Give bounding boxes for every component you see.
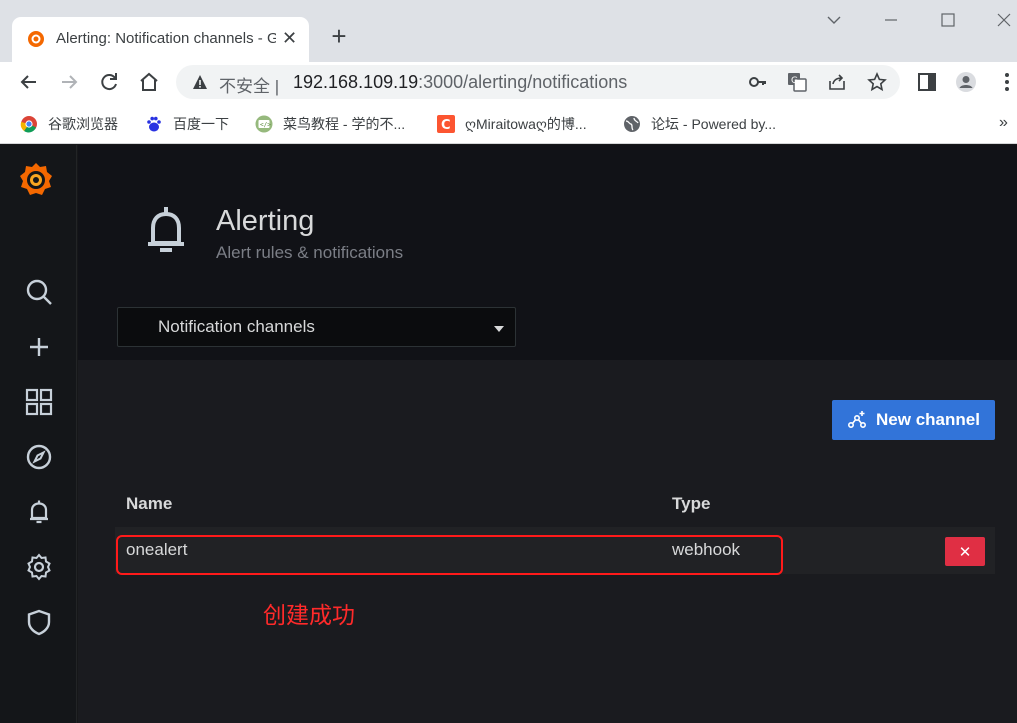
bookmark-runoob[interactable]: </> 菜鸟教程 - 学的不... — [255, 113, 405, 135]
configuration-gear-icon[interactable] — [23, 551, 55, 583]
globe-icon — [624, 116, 640, 132]
section-select[interactable]: Notification channels — [117, 307, 516, 347]
dashboards-grid-icon[interactable] — [23, 386, 55, 418]
page-header: Alerting Alert rules & notifications Not… — [78, 145, 1017, 360]
grafana-logo-icon[interactable] — [17, 160, 55, 200]
bookmark-chrome[interactable]: 谷歌浏览器 — [20, 113, 118, 135]
search-icon[interactable] — [23, 276, 55, 308]
address-url[interactable]: 192.168.109.19:3000/alerting/notificatio… — [293, 72, 627, 93]
create-plus-icon[interactable] — [23, 331, 55, 363]
new-tab-icon[interactable]: + — [327, 23, 351, 49]
section-select-value: Notification channels — [158, 317, 315, 336]
success-annotation: 创建成功 — [263, 602, 355, 628]
browser-toolbar: 不安全 | 192.168.109.19:3000/alerting/notif… — [0, 62, 1017, 102]
password-key-icon[interactable] — [748, 72, 768, 92]
column-header-type: Type — [672, 494, 711, 513]
reload-icon[interactable] — [97, 70, 121, 94]
tab-search-chevron-icon[interactable] — [824, 10, 844, 30]
insecure-label: 不安全 | — [219, 77, 280, 96]
back-arrow-icon[interactable] — [17, 70, 41, 94]
channel-add-icon — [848, 411, 867, 429]
home-icon[interactable] — [137, 70, 161, 94]
page-title: Alerting — [216, 205, 315, 237]
share-icon[interactable] — [827, 72, 847, 92]
delete-channel-button[interactable]: ✕ — [945, 537, 985, 566]
tab-title: Alerting: Notification channels - Grafan… — [56, 30, 276, 47]
browser-tab[interactable]: Alerting: Notification channels - Grafan… — [12, 17, 309, 62]
alerting-bell-icon — [148, 207, 184, 252]
maximize-icon[interactable] — [938, 10, 958, 30]
caret-down-icon — [494, 326, 504, 332]
bookmarks-bar: 谷歌浏览器 百度一下 </> 菜鸟教程 - 学的不... C ღMiraitow… — [0, 102, 1017, 144]
tab-close-icon[interactable]: ✕ — [282, 28, 297, 49]
bookmarks-overflow-icon[interactable]: » — [999, 114, 1008, 132]
baidu-icon — [147, 116, 161, 132]
minimize-icon[interactable] — [881, 10, 901, 30]
page-subtitle: Alert rules & notifications — [216, 243, 404, 262]
server-admin-shield-icon[interactable] — [23, 606, 55, 638]
grafana-favicon-icon — [28, 31, 44, 47]
alerting-bell-icon[interactable] — [23, 496, 55, 528]
bookmark-csdn[interactable]: C ღMiraitowaღ的博... — [437, 113, 587, 135]
svg-text:</>: </> — [260, 122, 271, 129]
menu-dots-icon[interactable] — [996, 71, 1017, 93]
svg-text:C: C — [441, 118, 451, 133]
svg-text:G: G — [791, 76, 798, 86]
new-channel-label: New channel — [876, 410, 980, 429]
warning-triangle-icon[interactable] — [192, 74, 208, 90]
bookmark-star-icon[interactable] — [867, 72, 887, 92]
csdn-icon: C — [437, 115, 455, 133]
main-content: New channel Name Type onealert webhook ✕… — [78, 360, 1017, 723]
explore-compass-icon[interactable] — [23, 441, 55, 473]
new-channel-button[interactable]: New channel — [832, 400, 995, 440]
bookmark-baidu[interactable]: 百度一下 — [145, 113, 229, 135]
chrome-icon — [20, 116, 37, 133]
close-window-icon[interactable] — [994, 10, 1014, 30]
highlight-box — [116, 535, 783, 575]
translate-icon[interactable]: G — [787, 72, 807, 92]
bookmark-forum[interactable]: 论坛 - Powered by... — [623, 113, 776, 135]
grafana-sidemenu — [0, 145, 77, 723]
address-bar[interactable]: 不安全 | 192.168.109.19:3000/alerting/notif… — [176, 65, 900, 99]
browser-titlebar: Alerting: Notification channels - Grafan… — [0, 0, 1017, 62]
side-panel-icon[interactable] — [916, 71, 938, 93]
runoob-icon: </> — [255, 115, 273, 133]
column-header-name: Name — [126, 494, 173, 513]
profile-avatar-icon[interactable] — [955, 71, 977, 93]
forward-arrow-icon[interactable] — [57, 70, 81, 94]
